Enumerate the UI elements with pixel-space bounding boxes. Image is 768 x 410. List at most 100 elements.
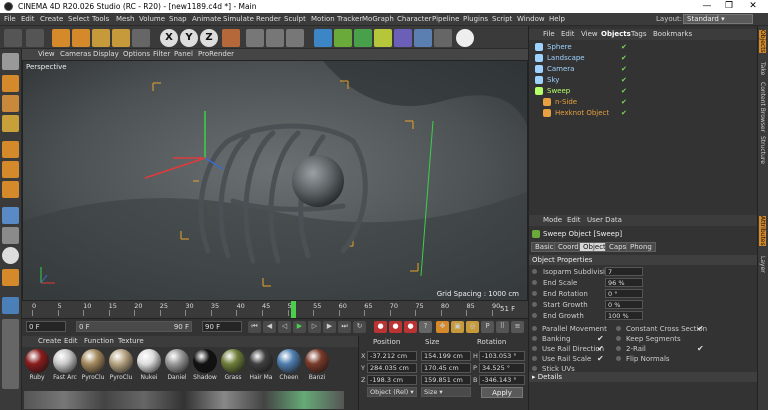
layout-select[interactable]: Standard ▾ bbox=[683, 14, 753, 24]
scale-key-icon[interactable]: ▣ bbox=[451, 321, 464, 333]
checkbox-check-icon[interactable]: ✔ bbox=[697, 324, 704, 333]
object-visibility-check-icon[interactable]: ✔ bbox=[621, 54, 627, 62]
animate-dot-icon[interactable] bbox=[532, 302, 537, 307]
viewport-menu-options[interactable]: Options bbox=[123, 50, 150, 58]
checkbox-check-icon[interactable]: ✔ bbox=[597, 334, 604, 343]
light-icon[interactable] bbox=[456, 29, 474, 47]
menu-plugins[interactable]: Plugins bbox=[463, 15, 488, 23]
cloner-icon[interactable] bbox=[374, 29, 392, 47]
viewport-menu-cameras[interactable]: Cameras bbox=[60, 50, 91, 58]
apply-button[interactable]: Apply bbox=[481, 387, 523, 398]
animate-dot-icon[interactable] bbox=[532, 356, 537, 361]
menu-script[interactable]: Script bbox=[492, 15, 512, 23]
rotation-key-icon[interactable]: ◎ bbox=[466, 321, 479, 333]
model-mode-icon[interactable] bbox=[2, 75, 19, 92]
next-key-icon[interactable]: ▶ bbox=[323, 321, 336, 333]
render-picture-viewer-icon[interactable] bbox=[266, 29, 284, 47]
material-swatch[interactable]: Hair Ma bbox=[248, 349, 274, 381]
object-row[interactable]: Sphere ✔ bbox=[529, 42, 758, 53]
axis-x-lock[interactable]: X bbox=[160, 29, 178, 47]
animate-dot-icon[interactable] bbox=[532, 313, 537, 318]
enable-axis-icon[interactable] bbox=[2, 207, 19, 224]
animate-dot-icon[interactable] bbox=[532, 280, 537, 285]
object-row[interactable]: Sweep ✔ bbox=[529, 86, 758, 97]
attr-menu-user-data[interactable]: User Data bbox=[587, 216, 622, 224]
preview-range-slider[interactable]: 0 F 90 F bbox=[76, 321, 192, 332]
obj-menu-objects[interactable]: Objects bbox=[601, 30, 631, 38]
menu-simulate[interactable]: Simulate bbox=[223, 15, 254, 23]
material-menu-texture[interactable]: Texture bbox=[118, 337, 144, 345]
animate-dot-icon[interactable] bbox=[532, 269, 537, 274]
material-swatch[interactable]: Fast Arc bbox=[52, 349, 78, 381]
material-swatch[interactable]: PyroClu bbox=[108, 349, 134, 381]
menu-snap[interactable]: Snap bbox=[169, 15, 187, 23]
timeline[interactable]: 051015202530354045505560657075808590 51 … bbox=[22, 301, 528, 318]
goto-end-icon[interactable]: ⏭ bbox=[338, 321, 351, 333]
menu-mograph[interactable]: MoGraph bbox=[362, 15, 394, 23]
menu-window[interactable]: Window bbox=[517, 15, 545, 23]
axis-z-lock[interactable]: Z bbox=[200, 29, 218, 47]
object-row[interactable]: Hexknot Object ✔ bbox=[529, 108, 758, 119]
parameter-key-icon[interactable]: P bbox=[481, 321, 494, 333]
menu-sculpt[interactable]: Sculpt bbox=[284, 15, 306, 23]
help-icon[interactable]: ? bbox=[419, 321, 432, 333]
prev-frame-icon[interactable]: ◁ bbox=[278, 321, 291, 333]
object-row[interactable]: Landscape ✔ bbox=[529, 53, 758, 64]
checkbox-row[interactable]: Constant Cross Section ✔ bbox=[613, 324, 753, 334]
viewport-menu-filter[interactable]: Filter bbox=[153, 50, 170, 58]
polygons-mode-icon[interactable] bbox=[2, 181, 19, 198]
attribute-value-field[interactable]: 0 % bbox=[605, 300, 643, 309]
checkbox-row[interactable]: Flip Normals bbox=[613, 354, 753, 364]
position-y-field[interactable]: 284.035 cm bbox=[367, 363, 417, 373]
autokey-icon[interactable]: ● bbox=[389, 321, 402, 333]
rotation-p-field[interactable]: 34.525 ° bbox=[479, 363, 525, 373]
keyframe-selection-icon[interactable]: ● bbox=[404, 321, 417, 333]
material-swatch[interactable]: Shadow bbox=[192, 349, 218, 381]
material-swatch[interactable]: Grass bbox=[220, 349, 246, 381]
viewport-menu-panel[interactable]: Panel bbox=[174, 50, 193, 58]
menu-edit[interactable]: Edit bbox=[21, 15, 35, 23]
sculpt-layout-icon[interactable] bbox=[2, 297, 19, 314]
timeline-playhead[interactable] bbox=[290, 301, 296, 318]
rotate-tool-icon[interactable] bbox=[112, 29, 130, 47]
texture-mode-icon[interactable] bbox=[2, 95, 19, 112]
checkbox-row[interactable]: 2-Rail ✔ bbox=[613, 344, 753, 354]
attribute-value-field[interactable]: 7 bbox=[605, 267, 643, 276]
material-swatch[interactable]: Cheen bbox=[276, 349, 302, 381]
material-swatch[interactable]: Ruby bbox=[24, 349, 50, 381]
tweak-mode-icon[interactable] bbox=[2, 227, 19, 244]
animate-dot-icon[interactable] bbox=[616, 336, 621, 341]
material-swatch[interactable]: PyroClu bbox=[80, 349, 106, 381]
animate-dot-icon[interactable] bbox=[532, 336, 537, 341]
material-swatch[interactable]: Banzi bbox=[304, 349, 330, 381]
size-x-field[interactable]: 154.199 cm bbox=[421, 351, 471, 361]
viewport-menu-display[interactable]: Display bbox=[93, 50, 119, 58]
side-tab-layer[interactable]: Layer bbox=[759, 256, 766, 273]
obj-menu-view[interactable]: View bbox=[581, 30, 598, 38]
attribute-value-field[interactable]: 96 % bbox=[605, 278, 643, 287]
position-x-field[interactable]: -37.212 cm bbox=[367, 351, 417, 361]
menu-render[interactable]: Render bbox=[256, 15, 281, 23]
pen-spline-icon[interactable] bbox=[334, 29, 352, 47]
checkbox-check-icon[interactable]: ✔ bbox=[697, 344, 704, 353]
attr-menu-edit[interactable]: Edit bbox=[567, 216, 581, 224]
object-visibility-check-icon[interactable]: ✔ bbox=[621, 87, 627, 95]
deformer-icon[interactable] bbox=[394, 29, 412, 47]
attribute-value-field[interactable]: 100 % bbox=[605, 311, 643, 320]
record-key-icon[interactable]: ● bbox=[374, 321, 387, 333]
menu-volume[interactable]: Volume bbox=[139, 15, 165, 23]
maximize-button[interactable]: ❐ bbox=[722, 1, 736, 11]
render-view-icon[interactable] bbox=[246, 29, 264, 47]
side-tab-take[interactable]: Take bbox=[759, 62, 766, 75]
animate-dot-icon[interactable] bbox=[616, 326, 621, 331]
points-mode-icon[interactable] bbox=[2, 141, 19, 158]
material-swatch[interactable]: Daniel bbox=[164, 349, 190, 381]
object-visibility-check-icon[interactable]: ✔ bbox=[621, 43, 627, 51]
obj-menu-tags[interactable]: Tags bbox=[631, 30, 647, 38]
workplane-icon[interactable] bbox=[2, 115, 19, 132]
redo-icon[interactable] bbox=[26, 29, 44, 47]
close-button[interactable]: ✕ bbox=[746, 1, 760, 11]
render-settings-icon[interactable] bbox=[286, 29, 304, 47]
object-row[interactable]: Camera ✔ bbox=[529, 64, 758, 75]
snapping-icon[interactable] bbox=[2, 247, 19, 264]
